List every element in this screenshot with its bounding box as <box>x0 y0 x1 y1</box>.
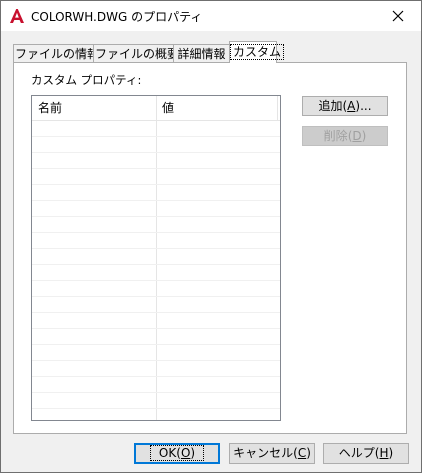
tab-file-summary[interactable]: ファイルの概要 <box>93 44 179 62</box>
title-bar[interactable]: COLORWH.DWG のプロパティ <box>1 1 421 31</box>
list-row-empty <box>32 217 280 233</box>
cancel-label: キャンセル <box>233 446 294 460</box>
list-row-empty <box>32 313 280 329</box>
close-button[interactable] <box>375 1 421 31</box>
ok-mnemonic: O <box>180 446 191 460</box>
header-divider <box>277 96 278 120</box>
tab-label: カスタム <box>230 44 285 60</box>
list-rows <box>32 121 280 420</box>
custom-properties-list[interactable]: 名前 値 <box>31 95 281 421</box>
help-label: ヘルプ <box>338 446 375 460</box>
list-row-empty <box>32 249 280 265</box>
delete-button[interactable]: 削除(D) <box>302 126 388 146</box>
tab-label: ファイルの概要 <box>95 47 180 61</box>
list-row-empty <box>32 377 280 393</box>
cancel-button[interactable]: キャンセル(C) <box>229 443 315 464</box>
list-row-empty <box>32 153 280 169</box>
delete-button-label: 削除 <box>323 129 348 143</box>
list-row-empty <box>32 265 280 281</box>
list-row-empty <box>32 121 280 137</box>
tab-statistics[interactable]: 詳細情報 <box>173 44 230 62</box>
list-row-empty <box>32 233 280 249</box>
add-button[interactable]: 追加(A)... <box>302 96 388 116</box>
ok-button[interactable]: OK(O) <box>134 443 220 464</box>
help-button[interactable]: ヘルプ(H) <box>323 443 409 464</box>
add-button-label: 追加 <box>318 99 343 113</box>
cancel-mnemonic: C <box>297 446 307 460</box>
list-row-empty <box>32 169 280 185</box>
list-row-empty <box>32 345 280 361</box>
list-row-empty <box>32 361 280 377</box>
list-row-empty <box>32 409 280 420</box>
list-row-empty <box>32 297 280 313</box>
window-title: COLORWH.DWG のプロパティ <box>31 10 203 24</box>
custom-tab-panel: カスタム プロパティ: 名前 値 追加(A)... 削除(D) <box>13 62 407 434</box>
column-header-value[interactable]: 値 <box>162 96 174 120</box>
list-row-empty <box>32 329 280 345</box>
add-suffix: ... <box>360 99 372 113</box>
list-row-empty <box>32 185 280 201</box>
list-row-empty <box>32 137 280 153</box>
tab-label: 詳細情報 <box>177 47 226 61</box>
list-row-empty <box>32 393 280 409</box>
tab-custom[interactable]: カスタム <box>229 41 285 63</box>
list-row-empty <box>32 201 280 217</box>
tab-file-info[interactable]: ファイルの情報 <box>13 44 99 62</box>
custom-properties-label: カスタム プロパティ: <box>31 73 142 87</box>
autocad-a-icon <box>9 8 25 24</box>
ok-focus-rect: OK(O) <box>149 445 205 461</box>
tab-label: ファイルの情報 <box>15 47 100 61</box>
help-mnemonic: H <box>379 446 389 460</box>
delete-mnemonic: D <box>352 129 362 143</box>
list-row-empty <box>32 281 280 297</box>
ok-label: OK <box>158 446 177 460</box>
properties-dialog: COLORWH.DWG のプロパティ ファイルの情報 ファイルの概要 詳細情報 … <box>0 0 422 473</box>
column-header-name[interactable]: 名前 <box>38 96 62 120</box>
add-mnemonic: A <box>347 99 356 113</box>
close-icon <box>392 10 404 22</box>
